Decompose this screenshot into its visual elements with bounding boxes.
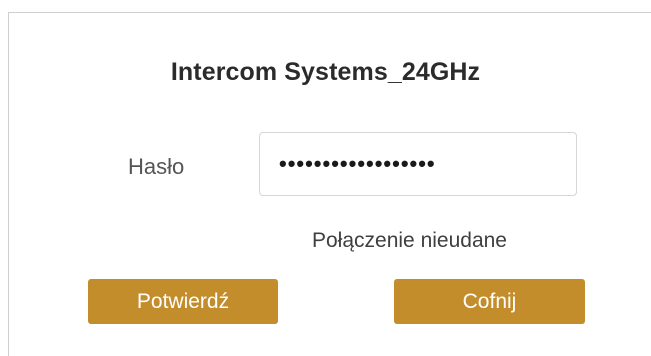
network-name-title: Intercom Systems_24GHz	[170, 58, 481, 86]
password-input[interactable]	[259, 132, 577, 196]
confirm-button[interactable]: Potwierdź	[88, 279, 278, 324]
back-button[interactable]: Cofnij	[394, 279, 585, 324]
wifi-password-dialog: Intercom Systems_24GHz Hasło Połączenie …	[0, 0, 651, 356]
password-label: Hasło	[128, 154, 185, 179]
dialog-top-border	[8, 12, 651, 13]
connection-status-message: Połączenie nieudane	[312, 229, 507, 252]
